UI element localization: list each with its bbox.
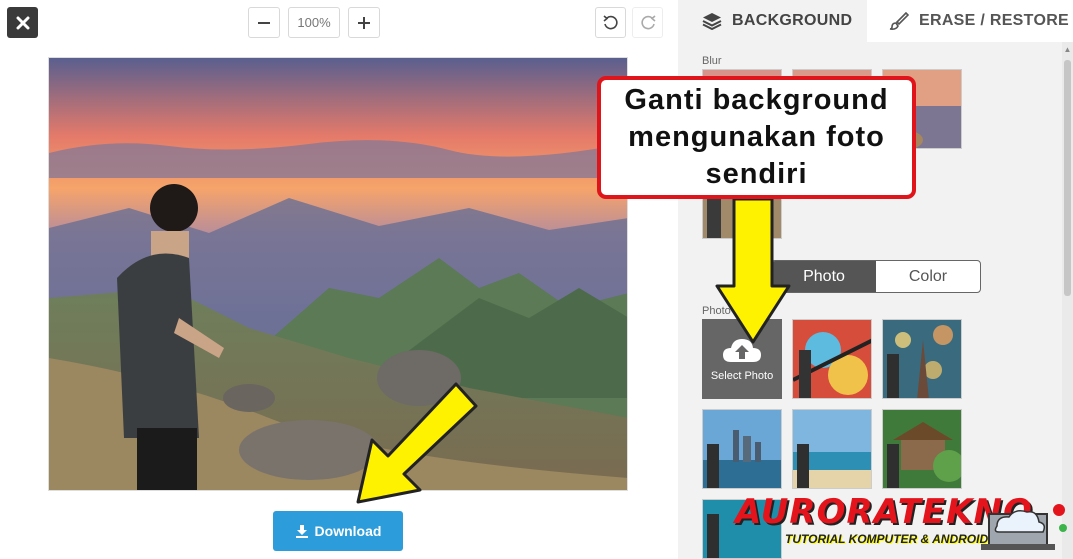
photo-section-label: Photo [702,305,731,317]
redo-button[interactable] [632,7,663,38]
plus-icon [358,16,370,29]
annotation-callout: Ganti background mengunakan foto sendiri [597,76,916,199]
download-icon [295,525,308,538]
panel-tabs: BACKGROUND ERASE / RESTORE [678,0,1073,42]
watermark-subtitle: TUTORIAL KOMPUTER & ANDROID [785,532,989,546]
scroll-up-icon[interactable]: ▲ [1062,45,1073,55]
background-photo-thumbnail[interactable] [882,409,962,489]
watermark-logo-icon [981,504,1067,550]
cloud-upload-icon [723,339,761,362]
callout-line-3: sendiri [705,158,808,190]
edited-photo-canvas[interactable] [48,57,628,491]
select-photo-label: Select Photo [710,370,774,382]
zoom-out-button[interactable] [248,7,280,38]
editor-window: 100% Download BACKGROUND ERASE / RESTORE… [0,0,1073,559]
background-photo-thumbnail[interactable] [882,319,962,399]
redo-icon [640,14,656,29]
close-button[interactable] [7,7,38,38]
zoom-controls: 100% [248,7,380,38]
close-icon [16,16,29,29]
tab-background-label: BACKGROUND [732,12,853,29]
tab-background[interactable]: BACKGROUND [678,0,867,42]
undo-icon [602,14,618,29]
callout-line-2: mengunakan foto [628,121,885,153]
background-photo-thumbnail[interactable] [792,409,872,489]
toggle-color[interactable]: Color [876,261,980,292]
history-controls [595,7,663,38]
panel-scrollbar[interactable]: ▲ [1062,42,1073,559]
tab-erase-restore-label: ERASE / RESTORE [919,12,1070,29]
zoom-in-button[interactable] [348,7,380,38]
tab-erase-restore[interactable]: ERASE / RESTORE [867,0,1073,42]
background-type-toggle: Photo Color [771,260,981,293]
brush-icon [889,11,909,30]
composited-photo [49,58,627,490]
blur-section-label: Blur [702,55,722,67]
layers-icon [702,13,722,30]
undo-button[interactable] [595,7,626,38]
select-photo-button[interactable]: Select Photo [702,319,782,399]
callout-line-1: Ganti background [624,84,889,116]
watermark: AURORATEKNO TUTORIAL KOMPUTER & ANDROID [735,492,1073,559]
scrollbar-thumb[interactable] [1064,60,1071,296]
toggle-photo[interactable]: Photo [772,261,876,292]
download-label: Download [314,523,382,539]
background-photo-thumbnail[interactable] [702,409,782,489]
minus-icon [258,21,270,24]
download-button[interactable]: Download [273,511,403,551]
background-photo-thumbnail[interactable] [792,319,872,399]
zoom-level: 100% [288,7,340,38]
